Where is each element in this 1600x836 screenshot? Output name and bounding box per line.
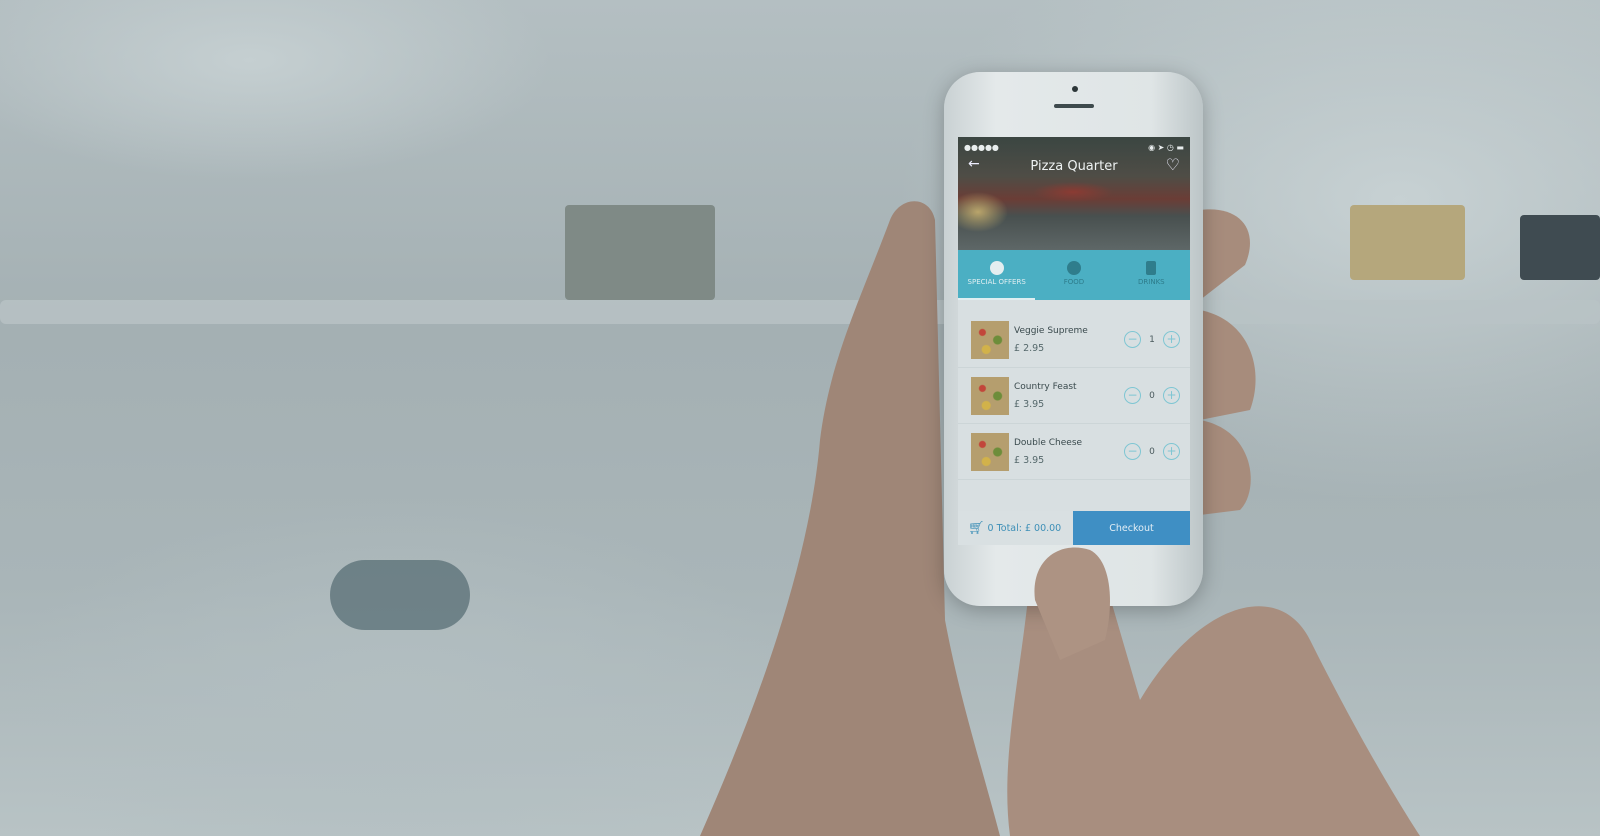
list-item: Double Cheese £ 3.95 −0 + — [958, 424, 1190, 480]
app-screen: ●●●●● ◉ ➤ ◷ ▬ ← Pizza Quarter ♡ SPECIAL … — [958, 137, 1190, 545]
cart-icon: 🛒︎ — [968, 520, 985, 536]
finger — [1200, 420, 1251, 515]
tab-special-offers[interactable]: SPECIAL OFFERS — [958, 250, 1036, 300]
plus-button[interactable]: + — [1163, 331, 1180, 348]
pizza-thumbnail — [971, 320, 1009, 359]
cart-summary[interactable]: 🛒︎ 0 Total: £ 00.00 — [958, 511, 1073, 545]
status-icons: ◉ ➤ ◷ ▬ — [1148, 143, 1184, 152]
hands — [700, 201, 1420, 836]
badge-icon — [989, 261, 1004, 275]
minus-button[interactable]: − — [1124, 331, 1141, 348]
finger — [1200, 209, 1250, 300]
tab-food[interactable]: FOOD — [1035, 250, 1112, 300]
restaurant-photo: ●●●●● ◉ ➤ ◷ ▬ ← Pizza Quarter ♡ — [958, 137, 1190, 250]
page-title: Pizza Quarter — [1030, 159, 1118, 174]
status-bar: ●●●●● ◉ ➤ ◷ ▬ — [964, 143, 1184, 152]
category-tabs: SPECIAL OFFERS FOOD DRINKS — [958, 250, 1190, 300]
tab-label: FOOD — [1063, 278, 1085, 286]
list-item: Veggie Supreme £ 2.95 −1 + — [958, 312, 1190, 368]
quantity: 1 — [1149, 334, 1155, 345]
tab-label: DRINKS — [1138, 278, 1165, 286]
pizza-thumbnail — [971, 376, 1009, 415]
plus-button[interactable]: + — [1163, 443, 1180, 460]
list-item: Country Feast £ 3.95 −0 + — [958, 368, 1190, 424]
item-price: £ 3.95 — [1014, 398, 1045, 410]
fork-knife-icon — [1066, 261, 1081, 275]
quantity-stepper: −1 + — [1124, 331, 1180, 348]
quantity: 0 — [1149, 390, 1155, 401]
cart-total: Total: £ 00.00 — [996, 522, 1062, 534]
checkout-button[interactable]: Checkout — [1073, 511, 1190, 545]
heart-icon[interactable]: ♡ — [1166, 155, 1180, 174]
finger — [1200, 310, 1256, 420]
item-price: £ 2.95 — [1014, 342, 1045, 354]
cocktail-icon — [1146, 261, 1157, 275]
item-name: Country Feast — [1014, 381, 1077, 392]
earpiece — [1054, 104, 1094, 108]
signal-icon: ●●●●● — [964, 143, 999, 152]
quantity: 0 — [1149, 446, 1155, 457]
quantity-stepper: −0 + — [1124, 443, 1180, 460]
minus-button[interactable]: − — [1124, 443, 1141, 460]
quantity-stepper: −0 + — [1124, 387, 1180, 404]
plus-button[interactable]: + — [1163, 387, 1180, 404]
minus-button[interactable]: − — [1124, 387, 1141, 404]
pizza-thumbnail — [971, 432, 1009, 471]
tab-drinks[interactable]: DRINKS — [1113, 250, 1190, 300]
item-name: Double Cheese — [1014, 437, 1083, 448]
item-name: Veggie Supreme — [1014, 325, 1088, 336]
cart-footer: 🛒︎ 0 Total: £ 00.00 Checkout — [958, 511, 1190, 545]
cart-count: 0 — [987, 522, 994, 534]
front-camera — [1072, 86, 1078, 92]
item-price: £ 3.95 — [1014, 454, 1045, 466]
tab-label: SPECIAL OFFERS — [967, 278, 1026, 286]
